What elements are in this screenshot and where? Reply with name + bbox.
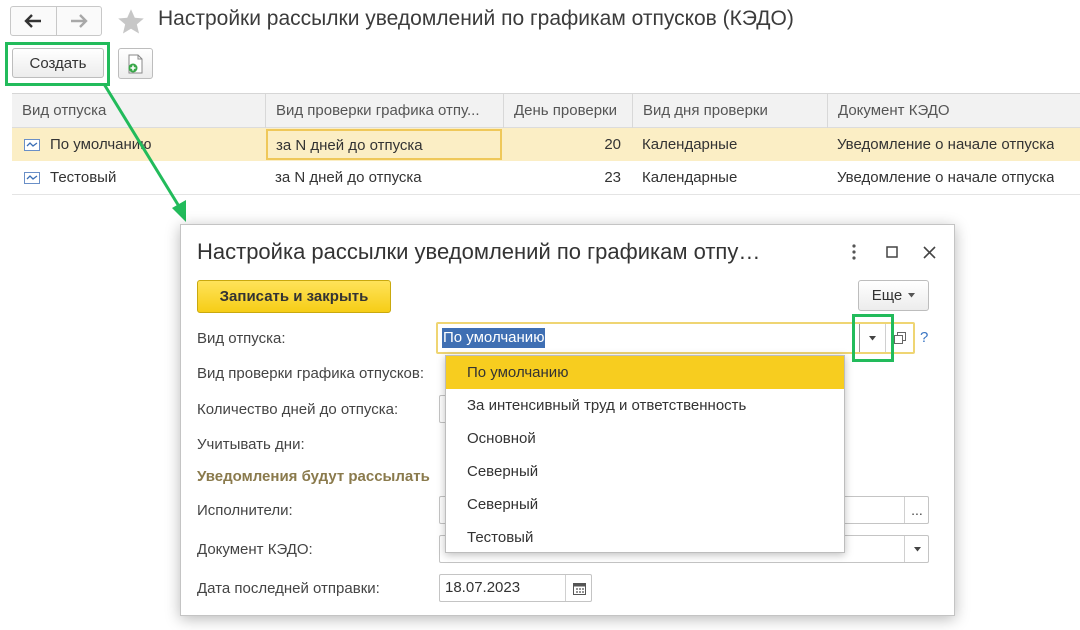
vacation-type-value: По умолчанию xyxy=(442,328,546,348)
last-sent-date-field[interactable]: 18.07.2023 xyxy=(439,574,592,602)
more-button[interactable]: Еще xyxy=(858,280,929,311)
document-dropdown-button[interactable] xyxy=(904,536,929,562)
dropdown-item[interactable]: За интенсивный труд и ответственность xyxy=(446,389,844,422)
check-type-label: Вид проверки графика отпусков: xyxy=(197,365,425,382)
dropdown-item[interactable]: Северный xyxy=(446,488,844,521)
last-sent-date-value: 18.07.2023 xyxy=(445,579,521,596)
executors-select-button[interactable]: ... xyxy=(904,497,929,523)
executors-label: Исполнители: xyxy=(197,502,293,519)
open-icon xyxy=(893,332,906,344)
chevron-down-icon xyxy=(908,293,916,298)
dropdown-item[interactable]: По умолчанию xyxy=(446,356,844,389)
dialog-close-button[interactable] xyxy=(918,241,940,263)
dialog-title: Настройка рассылки уведомлений по график… xyxy=(197,239,761,264)
days-before-label: Количество дней до отпуска: xyxy=(197,401,399,418)
vacation-type-combobox[interactable]: По умолчанию xyxy=(436,322,915,354)
close-icon xyxy=(922,245,936,259)
chevron-down-icon xyxy=(913,546,921,551)
last-sent-label: Дата последней отправки: xyxy=(197,580,380,597)
more-vertical-icon xyxy=(852,244,856,260)
calendar-button[interactable] xyxy=(565,575,592,601)
annotation-dropdown-highlight xyxy=(852,314,894,362)
help-link[interactable]: ? xyxy=(920,329,928,346)
dropdown-item[interactable]: Северный xyxy=(446,455,844,488)
document-label: Документ КЭДО: xyxy=(197,541,313,558)
dialog-maximize-button[interactable] xyxy=(881,241,903,263)
count-days-label: Учитывать дни: xyxy=(197,436,305,453)
vacation-type-dropdown-list: По умолчанию За интенсивный труд и ответ… xyxy=(445,355,845,553)
dropdown-item[interactable]: Тестовый xyxy=(446,521,844,554)
notifications-section-label: Уведомления будут рассылать xyxy=(197,468,430,485)
vacation-type-label: Вид отпуска: xyxy=(197,330,286,347)
maximize-icon xyxy=(886,246,898,258)
calendar-icon xyxy=(572,582,586,595)
more-button-label: Еще xyxy=(871,287,903,304)
save-and-close-button[interactable]: Записать и закрыть xyxy=(197,280,391,313)
dialog-menu-button[interactable] xyxy=(843,241,865,263)
dropdown-item[interactable]: Основной xyxy=(446,422,844,455)
